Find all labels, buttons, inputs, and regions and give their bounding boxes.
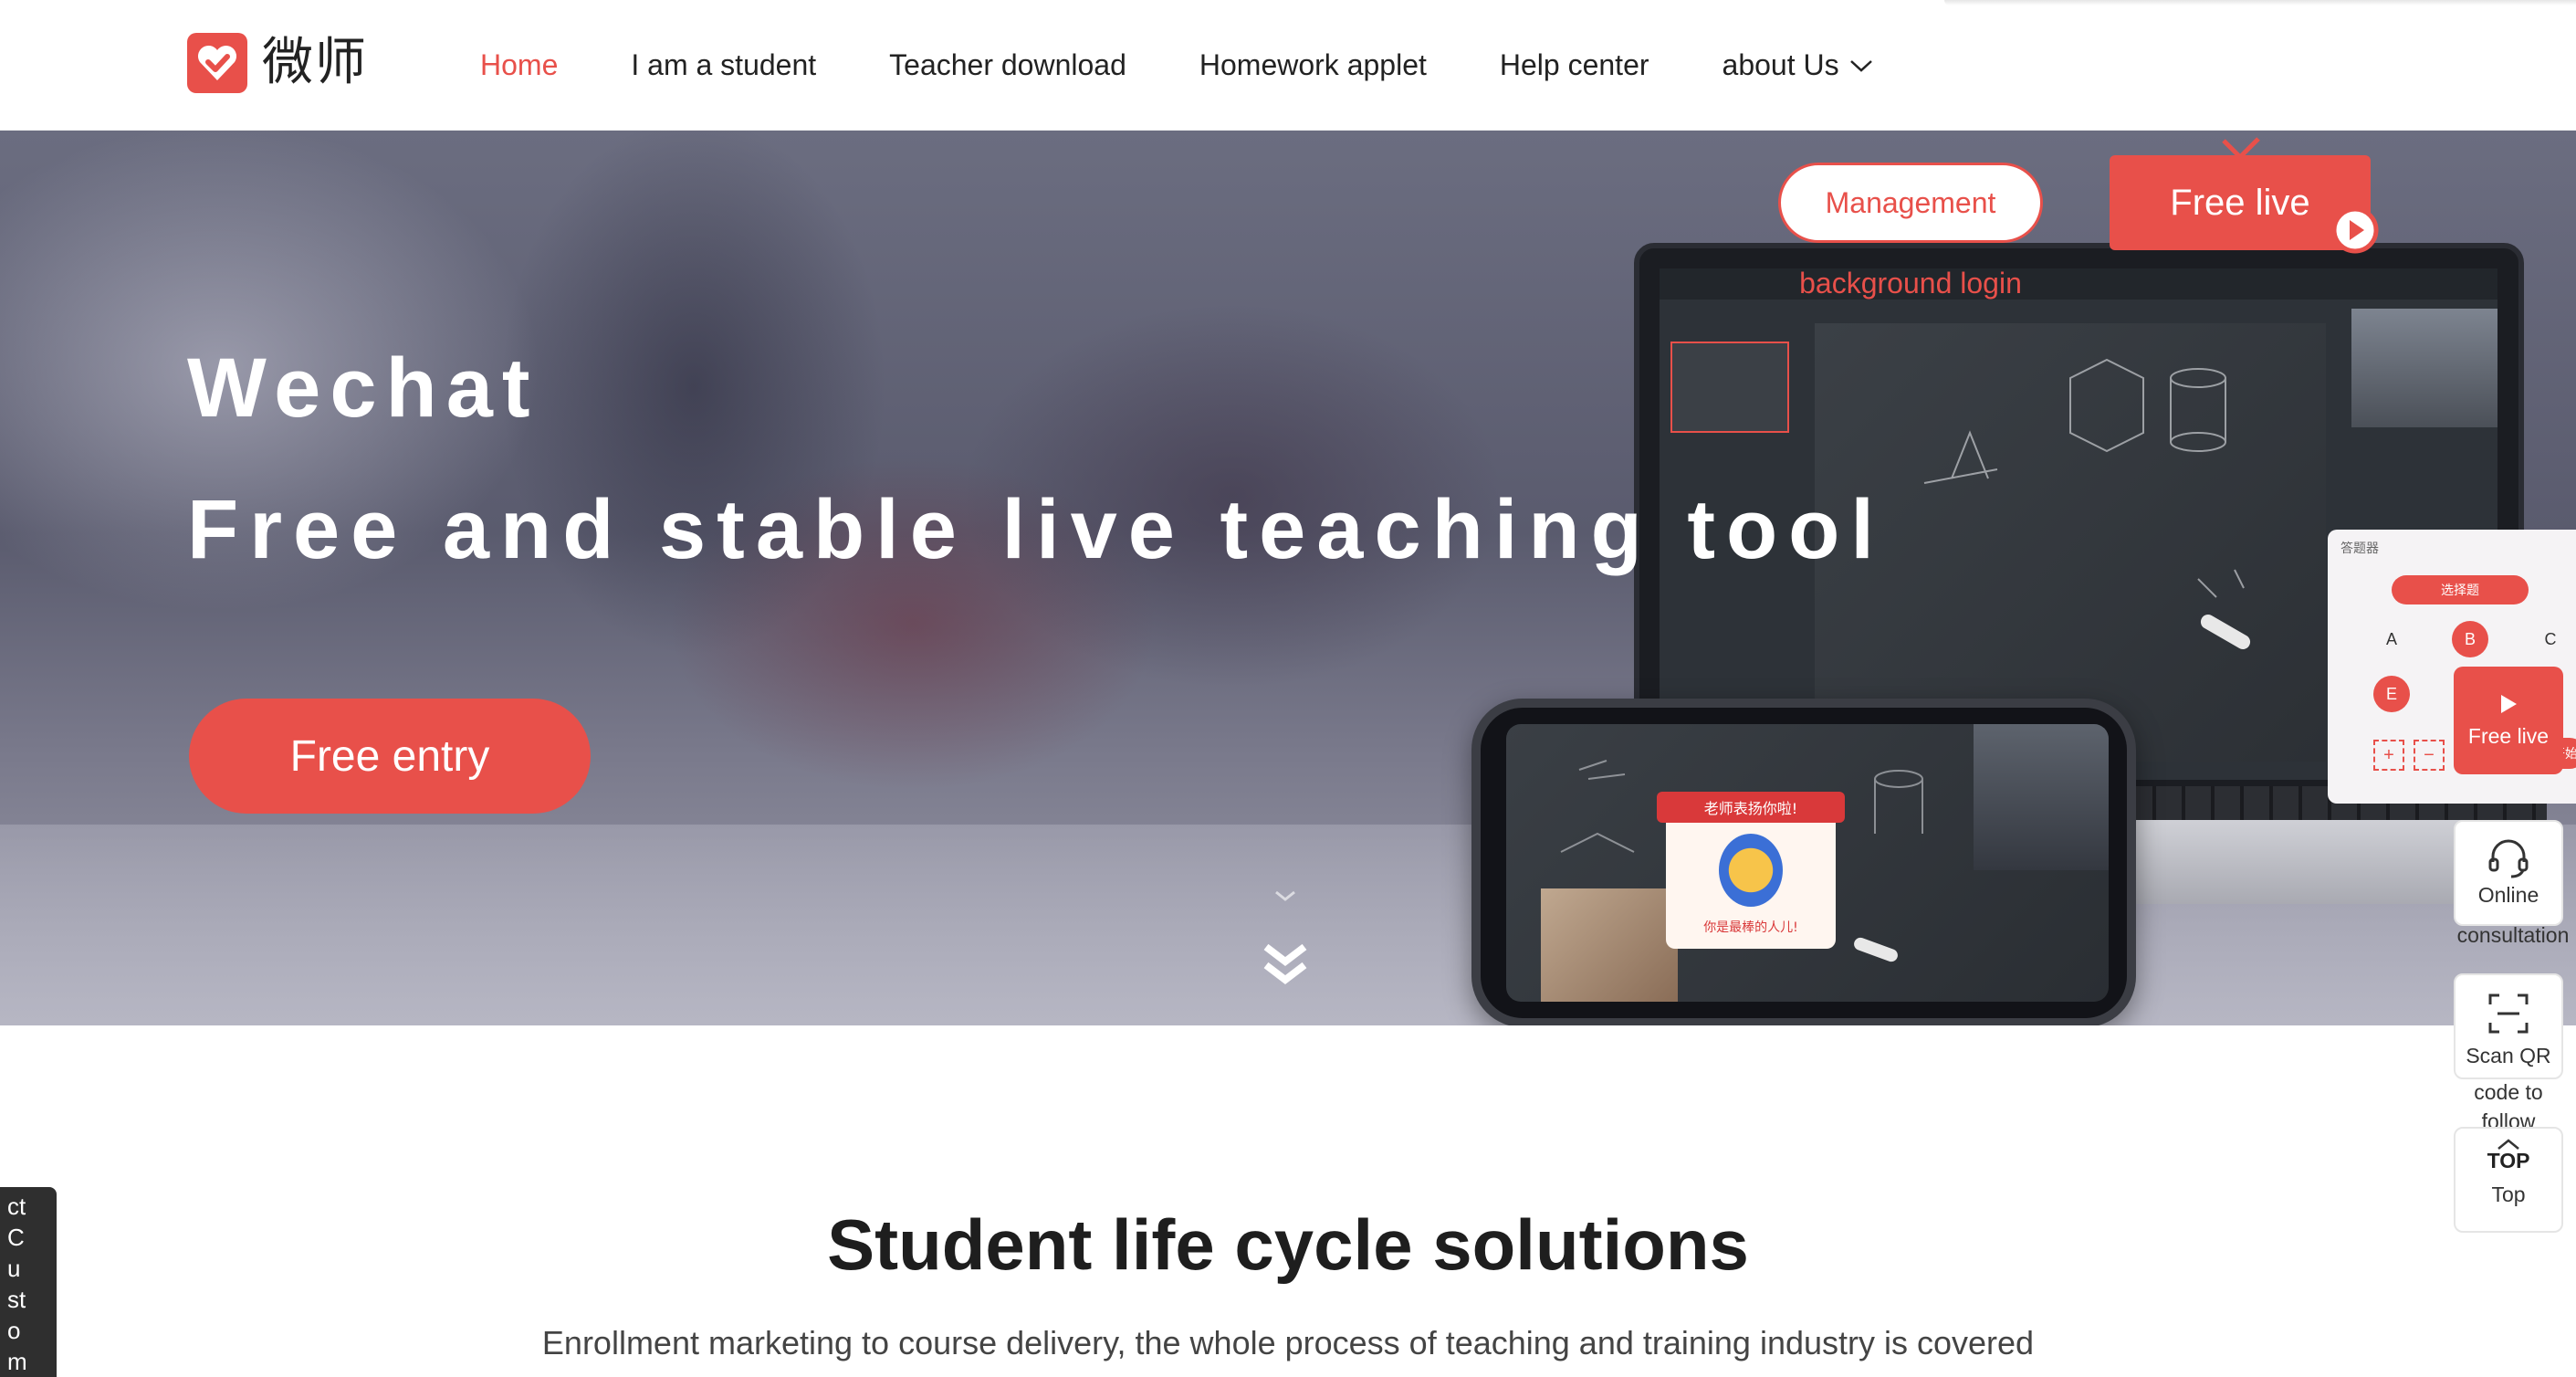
answer-option: B <box>2452 621 2488 657</box>
answer-panel-title: 答题器 <box>2340 541 2379 555</box>
student-video <box>1541 888 1678 1002</box>
float-free-live-label: Free live <box>2467 723 2550 748</box>
consult-label: Online <box>2477 883 2539 907</box>
double-chevron-down-icon[interactable] <box>1262 888 1308 998</box>
award-note: 你是最棒的人儿! <box>1703 920 1798 935</box>
section-title: Student life cycle solutions <box>827 1204 1749 1285</box>
chevron-down-icon <box>1849 59 1872 72</box>
answer-remove: − <box>2414 740 2445 771</box>
logo-text: 微师 <box>262 33 368 92</box>
management-button[interactable]: Management <box>1778 163 2043 243</box>
answer-tab: 选择题 <box>2392 575 2529 604</box>
play-icon <box>2501 694 2517 713</box>
trophy-icon <box>1719 834 1783 907</box>
award-ribbon: 老师表扬你啦! <box>1657 792 1845 823</box>
play-circle-icon <box>2331 206 2379 254</box>
nav-item-help-center[interactable]: Help center <box>1500 48 1649 82</box>
nav-item-homework-applet[interactable]: Homework applet <box>1199 48 1427 82</box>
slide-thumbnail <box>1670 342 1789 433</box>
nav-item-about-us-label: about Us <box>1722 48 1839 81</box>
chalkboard <box>1815 323 2326 762</box>
hero-banner: 答题器 选择题 A B C E F + − 开始 老师表扬你啦! 你是最 <box>0 131 2576 1025</box>
scan-icon <box>2488 993 2529 1034</box>
top-mark: TOP <box>2487 1149 2530 1172</box>
top-header: 微师 Home I am a student Teacher download … <box>0 0 2576 131</box>
answer-option: A <box>2385 629 2397 648</box>
header-shadow <box>1944 0 2576 5</box>
nav-item-teacher-download[interactable]: Teacher download <box>889 48 1126 82</box>
answer-add: + <box>2373 740 2404 771</box>
side-widget-char: st <box>7 1286 26 1313</box>
qr-label: Scan QR <box>2466 1044 2551 1067</box>
teacher-camera <box>2351 309 2497 427</box>
online-consultation-button[interactable]: Online <box>2454 820 2563 926</box>
free-entry-button[interactable]: Free entry <box>189 699 591 814</box>
site-logo[interactable]: 微师 <box>187 33 368 93</box>
management-caption[interactable]: background login <box>1778 267 2043 300</box>
qr-label-line2: code to <box>2474 1080 2543 1104</box>
nav-item-about-us[interactable]: about Us <box>1723 48 1874 82</box>
phone-teacher-camera <box>1974 724 2109 870</box>
consult-label-2: consultation <box>2456 923 2570 947</box>
hero-subtitle: Free and stable live teaching tool <box>187 483 1885 576</box>
answer-option: C <box>2544 629 2557 648</box>
scan-qr-button[interactable]: Scan QR <box>2454 973 2563 1079</box>
main-nav: Home I am a student Teacher download Hom… <box>480 0 1874 131</box>
float-free-live-button[interactable]: Free live <box>2454 667 2563 774</box>
answer-option: E <box>2373 676 2410 712</box>
phone-screen: 老师表扬你啦! 你是最棒的人儿! <box>1506 724 2109 1002</box>
award-card: 老师表扬你啦! 你是最棒的人儿! <box>1657 792 1845 949</box>
heart-check-icon <box>187 33 247 93</box>
phone-mockup: 老师表扬你啦! 你是最棒的人儿! <box>1471 699 2136 1025</box>
hero-title: Wechat <box>187 342 539 435</box>
nav-item-student[interactable]: I am a student <box>631 48 816 82</box>
nav-item-home[interactable]: Home <box>480 48 558 82</box>
section-subtitle: Enrollment marketing to course delivery,… <box>541 1324 2035 1361</box>
headset-icon <box>2488 839 2529 878</box>
